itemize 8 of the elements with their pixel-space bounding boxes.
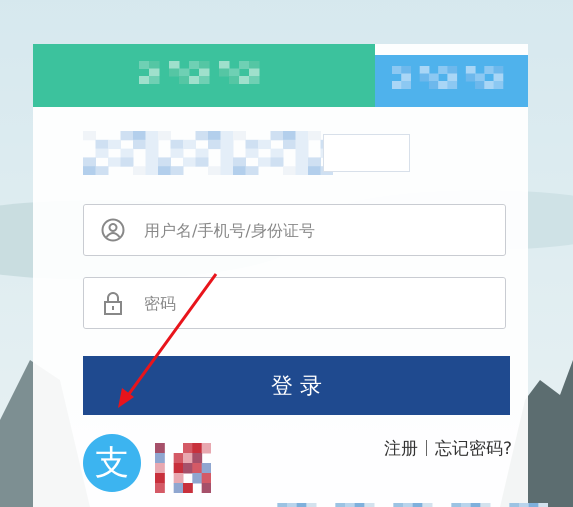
link[interactable]: 注册 [384, 436, 418, 460]
input-field[interactable]: 密码 [83, 277, 506, 329]
tab[interactable] [375, 55, 528, 107]
tab[interactable] [33, 44, 375, 107]
input-field[interactable]: 用户名/手机号/身份证号 [83, 204, 506, 256]
login-button[interactable]: 登 录 [83, 356, 510, 415]
link[interactable]: 忘记密码? [434, 436, 512, 460]
input-field[interactable] [323, 134, 410, 172]
